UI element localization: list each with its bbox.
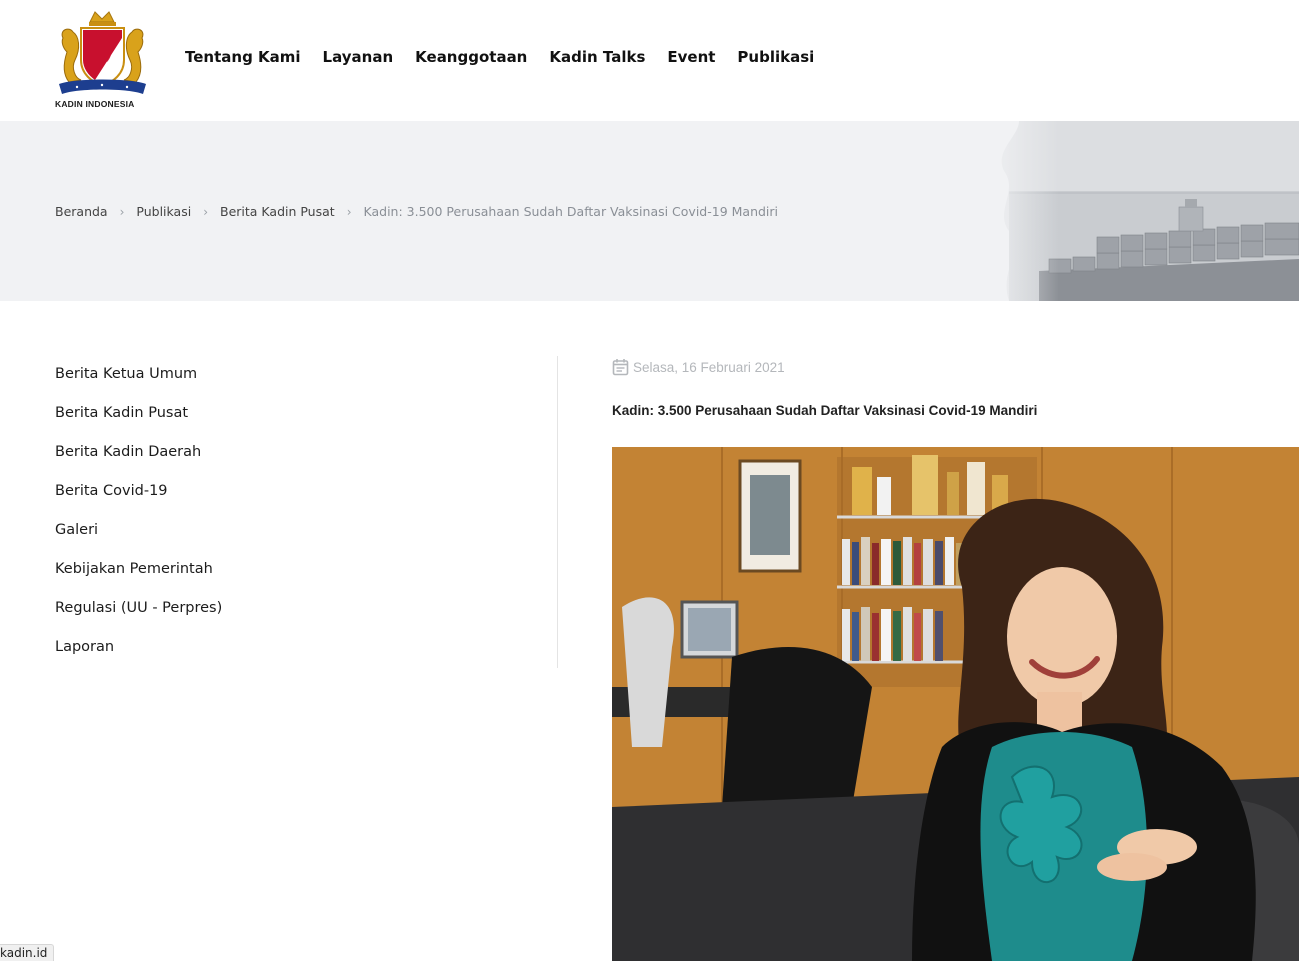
sidebar-item-laporan[interactable]: Laporan [55,629,557,668]
nav-publikasi[interactable]: Publikasi [737,48,814,66]
cargo-ship-illustration [979,121,1299,301]
main-nav: Tentang Kami Layanan Keanggotaan Kadin T… [185,48,836,66]
browser-status-url: kadin.id [0,944,55,961]
category-sidebar: Berita Ketua Umum Berita Kadin Pusat Ber… [55,356,558,668]
article-title: Kadin: 3.500 Perusahaan Sudah Daftar Vak… [612,403,1038,418]
sidebar-item-galeri[interactable]: Galeri [55,512,557,551]
site-header: KADIN INDONESIA Tentang Kami Layanan Kea… [0,0,1299,121]
logo-caption: KADIN INDONESIA [55,99,135,109]
office-portrait-image [612,447,1299,961]
article-photo [612,447,1299,961]
breadcrumb-berita-kadin-pusat[interactable]: Berita Kadin Pusat [220,204,335,219]
nav-keanggotaan[interactable]: Keanggotaan [415,48,527,66]
sidebar-item-berita-ketua-umum[interactable]: Berita Ketua Umum [55,356,557,395]
chevron-right-icon: › [119,204,125,219]
article-date: Selasa, 16 Februari 2021 [633,359,785,375]
breadcrumb: Beranda › Publikasi › Berita Kadin Pusat… [55,204,778,219]
breadcrumb-beranda[interactable]: Beranda [55,204,108,219]
nav-kadin-talks[interactable]: Kadin Talks [549,48,645,66]
breadcrumb-publikasi[interactable]: Publikasi [136,204,191,219]
sidebar-item-berita-kadin-pusat[interactable]: Berita Kadin Pusat [55,395,557,434]
article: Selasa, 16 Februari 2021 Kadin: 3.500 Pe… [612,356,1299,961]
nav-layanan[interactable]: Layanan [323,48,394,66]
sidebar-item-berita-kadin-daerah[interactable]: Berita Kadin Daerah [55,434,557,473]
chevron-right-icon: › [346,204,352,219]
page-banner: Beranda › Publikasi › Berita Kadin Pusat… [0,121,1299,301]
kadin-logo[interactable]: KADIN INDONESIA [55,8,150,112]
calendar-icon [612,359,629,376]
sidebar-item-regulasi[interactable]: Regulasi (UU - Perpres) [55,590,557,629]
kadin-emblem-icon [59,11,146,94]
article-date-row: Selasa, 16 Februari 2021 [612,356,1299,378]
sidebar-item-kebijakan-pemerintah[interactable]: Kebijakan Pemerintah [55,551,557,590]
nav-tentang-kami[interactable]: Tentang Kami [185,48,301,66]
nav-event[interactable]: Event [667,48,715,66]
breadcrumb-current: Kadin: 3.500 Perusahaan Sudah Daftar Vak… [363,204,779,219]
chevron-right-icon: › [203,204,209,219]
sidebar-item-berita-covid-19[interactable]: Berita Covid-19 [55,473,557,512]
